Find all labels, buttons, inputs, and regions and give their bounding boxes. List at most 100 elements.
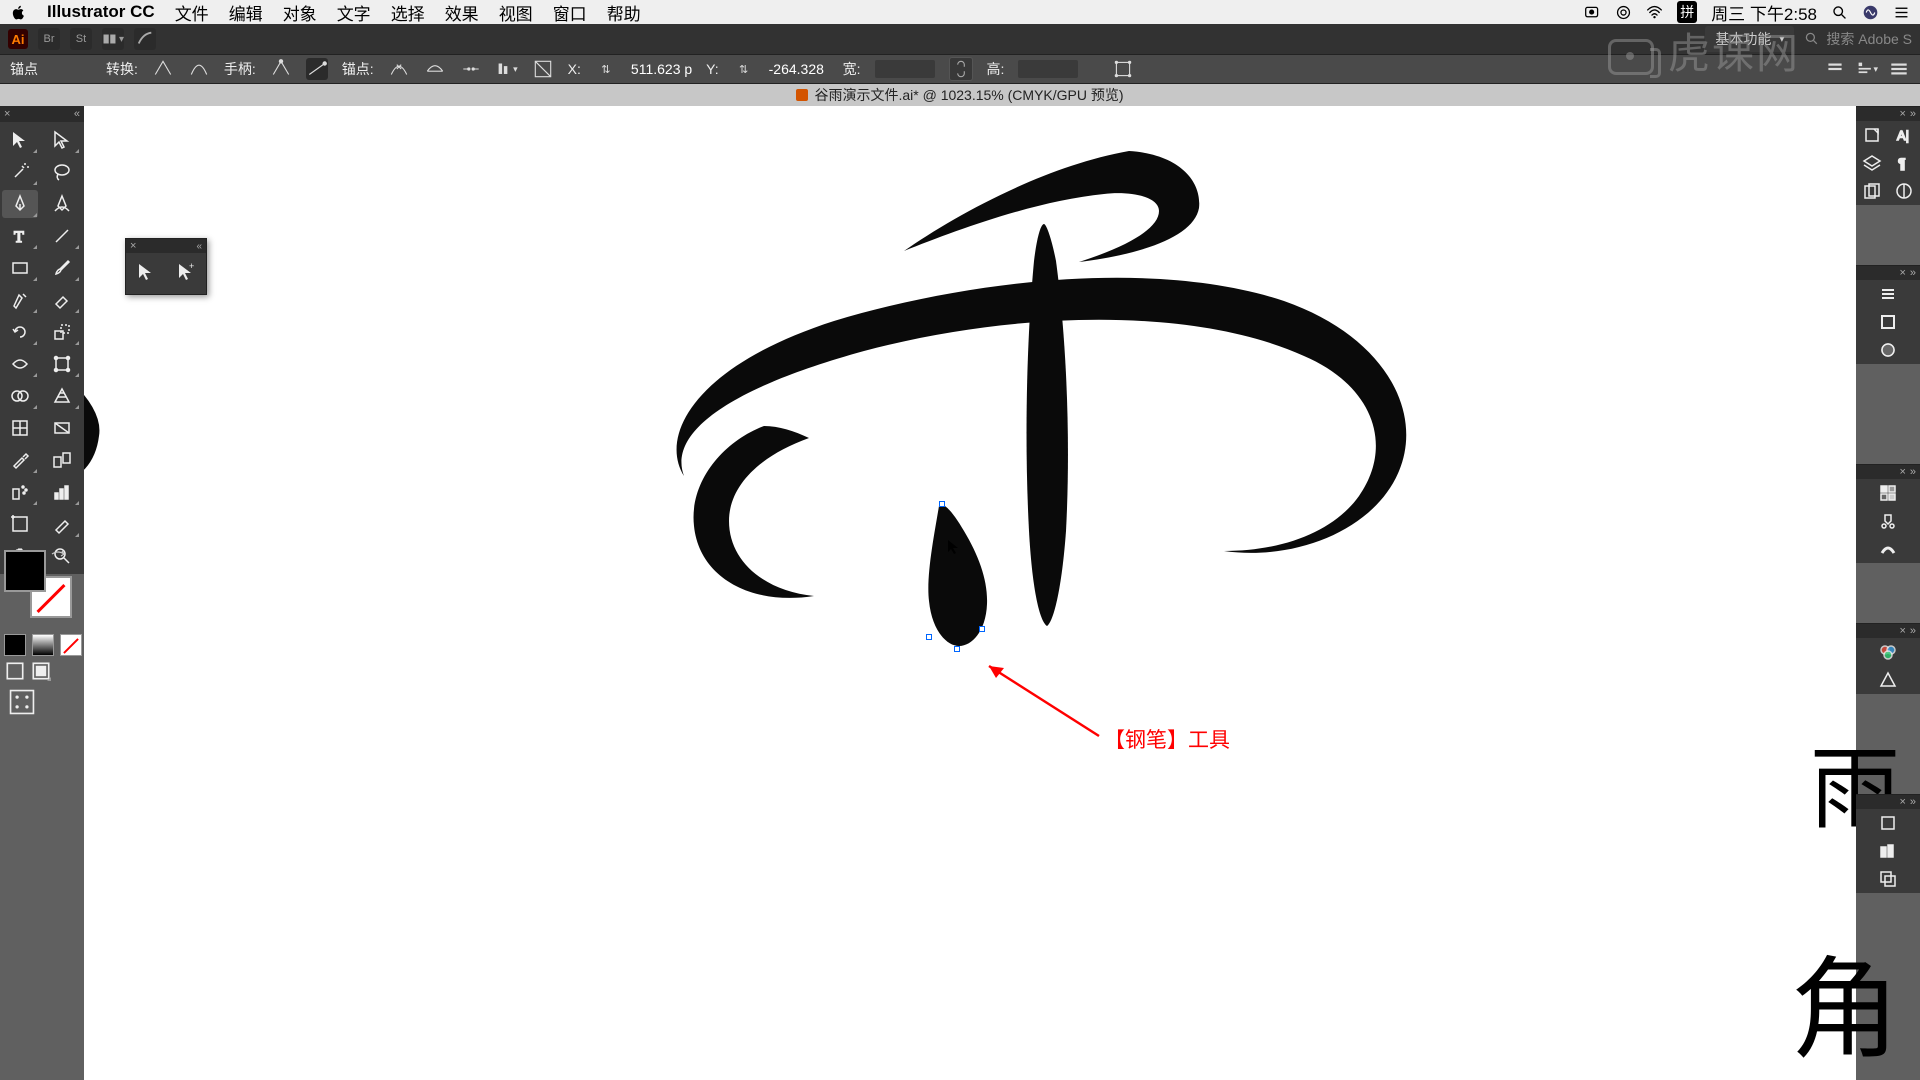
cc-cloud-icon[interactable]	[1615, 4, 1632, 21]
arrange-button[interactable]: ▾	[102, 28, 124, 50]
blend-tool[interactable]	[44, 446, 80, 474]
properties-icon[interactable]	[1856, 280, 1920, 308]
glyphs-icon[interactable]	[1888, 177, 1920, 205]
search-box[interactable]: 搜索 Adobe S	[1804, 29, 1912, 49]
character-icon[interactable]: A|	[1888, 121, 1920, 149]
rotate-tool[interactable]	[2, 318, 38, 346]
type-tool[interactable]: T	[2, 222, 38, 250]
siri-icon[interactable]	[1862, 4, 1879, 21]
rp2-expand-icon[interactable]: »	[1910, 267, 1916, 279]
perspective-tool[interactable]	[44, 382, 80, 410]
color-guide-icon[interactable]	[1856, 666, 1920, 694]
brush-pref-icon[interactable]	[134, 28, 156, 50]
curvature-tool[interactable]	[44, 190, 80, 218]
anchor-handle[interactable]	[954, 646, 960, 652]
float-selection-plus-icon[interactable]: +	[175, 261, 197, 286]
spotlight-icon[interactable]	[1831, 4, 1848, 21]
swap-fill-stroke-icon[interactable]	[50, 548, 70, 568]
float-close-icon[interactable]: ×	[130, 240, 136, 252]
selection-tool[interactable]	[2, 126, 38, 154]
line-tool[interactable]	[44, 222, 80, 250]
convert-smooth-icon[interactable]	[188, 58, 210, 80]
anchor-handle[interactable]	[926, 634, 932, 640]
width-tool[interactable]	[2, 350, 38, 378]
rp4-close-icon[interactable]: ×	[1899, 625, 1905, 637]
layers-icon[interactable]	[1856, 149, 1888, 177]
shape-builder-tool[interactable]	[2, 382, 38, 410]
cut-path-icon[interactable]	[460, 58, 482, 80]
shaper-tool[interactable]	[2, 286, 38, 314]
menu-window[interactable]: 窗口	[553, 0, 587, 25]
w-value[interactable]	[875, 60, 935, 78]
toolbox-collapse-icon[interactable]: «	[74, 108, 80, 120]
rp1-close-icon[interactable]: ×	[1899, 108, 1905, 120]
rp1-expand-icon[interactable]: »	[1910, 108, 1916, 120]
notification-icon[interactable]	[1893, 4, 1910, 21]
artboard-tool[interactable]	[2, 510, 38, 538]
rp3-close-icon[interactable]: ×	[1899, 466, 1905, 478]
direct-selection-tool[interactable]	[44, 126, 80, 154]
menu-effect[interactable]: 效果	[445, 0, 479, 25]
align-dropdown-icon[interactable]: ▾	[496, 58, 518, 80]
canvas[interactable]: 【钢笔】工具 雨 角	[84, 106, 1856, 1080]
screen-mode-icon[interactable]	[30, 660, 52, 682]
appearance-icon[interactable]	[1856, 336, 1920, 364]
menu-help[interactable]: 帮助	[607, 0, 641, 25]
screen-record-icon[interactable]	[1584, 4, 1601, 21]
align-options-icon[interactable]: ▾	[1856, 58, 1878, 80]
floating-tool-panel[interactable]: ×« +	[125, 238, 207, 295]
menu-file[interactable]: 文件	[175, 0, 209, 25]
rp4-expand-icon[interactable]: »	[1910, 625, 1916, 637]
edit-toolbar-button[interactable]	[4, 688, 40, 716]
fill-none-mode[interactable]	[60, 634, 82, 656]
rectangle-tool[interactable]	[2, 254, 38, 282]
draw-mode-icon[interactable]	[4, 660, 26, 682]
menu-type[interactable]: 文字	[337, 0, 371, 25]
more-options-icon[interactable]	[1824, 58, 1846, 80]
float-selection-icon[interactable]	[135, 261, 157, 286]
swatches-icon[interactable]	[1856, 479, 1920, 507]
bridge-button[interactable]: Br	[38, 28, 60, 50]
gradient-tool[interactable]	[44, 414, 80, 442]
anchor-handle[interactable]	[979, 626, 985, 632]
column-graph-tool[interactable]	[44, 478, 80, 506]
convert-corner-icon[interactable]	[152, 58, 174, 80]
brushes-panel-icon[interactable]	[1856, 535, 1920, 563]
pathfinder-icon[interactable]	[1856, 865, 1920, 893]
handle-show-icon[interactable]	[270, 58, 292, 80]
fill-color-mode[interactable]	[4, 634, 26, 656]
anchor-handle[interactable]	[939, 501, 945, 507]
libraries-icon[interactable]	[1856, 121, 1888, 149]
document-tab[interactable]: 谷雨演示文件.ai* @ 1023.15% (CMYK/GPU 预览)	[0, 84, 1920, 106]
app-name[interactable]: Illustrator CC	[47, 2, 155, 22]
align-panel-icon[interactable]	[1856, 837, 1920, 865]
fill-gradient-mode[interactable]	[32, 634, 54, 656]
fill-swatch[interactable]	[4, 550, 46, 592]
transform-icon[interactable]	[1112, 58, 1134, 80]
slice-tool[interactable]	[44, 510, 80, 538]
color-panel-icon[interactable]	[1856, 638, 1920, 666]
scale-tool[interactable]	[44, 318, 80, 346]
magic-wand-tool[interactable]	[2, 158, 38, 186]
link-wh-icon[interactable]	[949, 57, 973, 81]
connect-anchor-icon[interactable]	[424, 58, 446, 80]
y-value[interactable]: -264.328	[769, 61, 829, 77]
y-stepper-icon[interactable]: ⇅	[733, 58, 755, 80]
transform-panel-icon[interactable]	[1856, 809, 1920, 837]
remove-anchor-icon[interactable]	[388, 58, 410, 80]
menu-view[interactable]: 视图	[499, 0, 533, 25]
paragraph-icon[interactable]: ¶	[1888, 149, 1920, 177]
eraser-tool[interactable]	[44, 286, 80, 314]
rp2-close-icon[interactable]: ×	[1899, 267, 1905, 279]
lasso-tool[interactable]	[44, 158, 80, 186]
eyedropper-tool[interactable]	[2, 446, 38, 474]
free-transform-tool[interactable]	[44, 350, 80, 378]
h-value[interactable]	[1018, 60, 1078, 78]
menu-object[interactable]: 对象	[283, 0, 317, 25]
rp5-close-icon[interactable]: ×	[1899, 796, 1905, 808]
stock-button[interactable]: St	[70, 28, 92, 50]
panel-menu-icon[interactable]	[1888, 58, 1910, 80]
pen-tool[interactable]	[2, 190, 38, 218]
artboards-icon[interactable]	[1856, 177, 1888, 205]
fill-stroke-swatches[interactable]	[4, 550, 80, 634]
